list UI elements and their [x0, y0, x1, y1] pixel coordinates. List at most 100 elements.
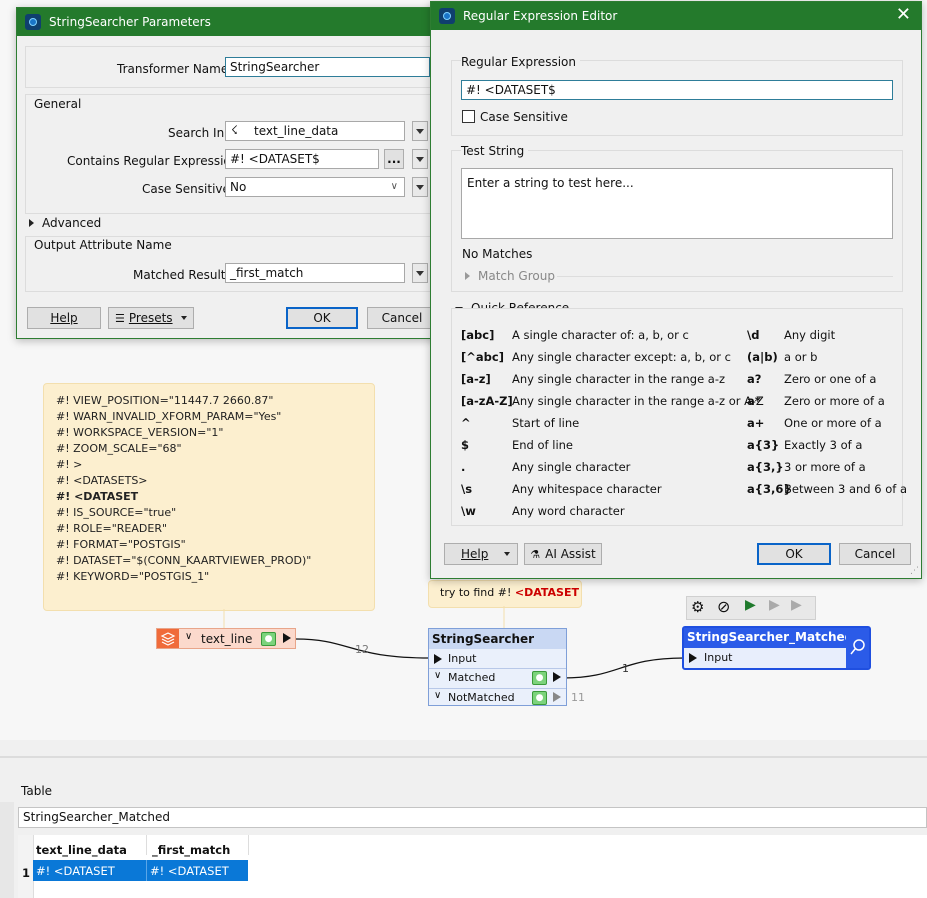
chevron-right-icon	[29, 219, 34, 227]
column-header[interactable]: _first_match	[152, 843, 230, 857]
advanced-label: Advanced	[42, 216, 102, 230]
ai-assist-label: AI Assist	[545, 547, 596, 561]
transformer-name-label: Transformer Name:	[117, 62, 233, 76]
params-title: StringSearcher Parameters	[49, 15, 211, 29]
qr-description: End of line	[512, 438, 574, 452]
test-string-textarea[interactable]: Enter a string to test here...	[461, 168, 893, 239]
presets-button[interactable]: ☰ Presets	[108, 307, 194, 329]
test-placeholder: Enter a string to test here...	[467, 176, 634, 190]
search-in-dropdown[interactable]	[412, 121, 428, 141]
qr-description: Start of line	[512, 416, 580, 430]
app-icon	[25, 14, 41, 30]
qr-pattern: ^	[461, 416, 471, 430]
search-in-input[interactable]: ☇ text_line_data	[225, 121, 405, 141]
help-button[interactable]: Help	[27, 307, 101, 329]
case-sensitive-label: Case Sensitive:	[142, 182, 234, 196]
params-dialog: StringSearcher Parameters Transformer Na…	[16, 7, 438, 339]
matched-result-dropdown[interactable]	[412, 263, 428, 283]
qr-pattern: (a|b)	[747, 350, 778, 364]
inspector-node[interactable]: StringSearcher_Matched Input	[682, 626, 871, 670]
close-icon[interactable]: ✕	[896, 6, 911, 24]
help-label: Help	[461, 547, 489, 561]
count-matched: 1	[622, 662, 629, 675]
qr-description: Any single character in the range a-z or…	[512, 394, 764, 408]
ok-button[interactable]: OK	[757, 543, 831, 565]
search-in-value: text_line_data	[254, 124, 339, 138]
qr-description: Any whitespace character	[512, 482, 662, 496]
chevron-down-icon[interactable]: ∨	[434, 670, 441, 681]
regex-label: Regular Expression	[461, 55, 580, 69]
regex-input[interactable]: #! <DATASET$	[461, 80, 893, 100]
run-icon[interactable]: ▶	[745, 597, 756, 613]
qr-description: One or more of a	[784, 416, 882, 430]
input-port-icon[interactable]	[689, 653, 697, 663]
qr-description: Between 3 and 6 of a	[784, 482, 907, 496]
magnifier-icon[interactable]	[846, 628, 869, 668]
column-header[interactable]: text_line_data	[36, 843, 127, 857]
general-label: General	[34, 97, 82, 111]
qr-pattern: a{3}	[747, 438, 780, 452]
reader-label: text_line	[201, 632, 253, 646]
qr-description: Any digit	[784, 328, 836, 342]
qr-pattern: a*	[747, 394, 761, 408]
data-inspector-panel: Table StringSearcher_Matched text_line_d…	[0, 740, 927, 898]
qr-pattern: [abc]	[461, 328, 495, 342]
chevron-down-icon	[504, 552, 510, 556]
ok-button[interactable]: OK	[286, 307, 358, 329]
qr-pattern: a{3,}	[747, 460, 784, 474]
chevron-down-icon[interactable]: ∨	[434, 690, 441, 701]
chevron-down-icon[interactable]: ∨	[185, 631, 192, 642]
qr-description: Any single character	[512, 460, 631, 474]
case-sensitive-dropdown[interactable]	[412, 177, 428, 197]
case-sensitive-select[interactable]: No ∨	[225, 177, 405, 197]
notmatched-output-port-icon[interactable]	[553, 692, 561, 702]
notmatched-port-label: NotMatched	[448, 691, 515, 704]
table-select[interactable]: StringSearcher_Matched	[18, 807, 927, 828]
contains-regex-dropdown[interactable]	[412, 149, 428, 169]
cancel-button[interactable]: Cancel	[839, 543, 911, 565]
advanced-toggle[interactable]: Advanced	[29, 216, 101, 230]
gear-icon[interactable]: ⚙	[691, 598, 704, 616]
case-sensitive-checkbox[interactable]	[462, 110, 475, 123]
qr-description: A single character of: a, b, or c	[512, 328, 689, 342]
match-group-label: Match Group	[478, 269, 555, 283]
matched-result-input[interactable]: _first_match	[225, 263, 405, 283]
eye-icon[interactable]: ●	[261, 632, 276, 646]
disable-icon[interactable]: ⊘	[717, 597, 730, 616]
input-port-icon[interactable]	[434, 654, 442, 664]
case-sensitive-value: No	[230, 180, 247, 194]
regex-titlebar[interactable]: Regular Expression Editor ✕	[431, 2, 921, 30]
run-step-icon[interactable]: ▶	[769, 597, 780, 613]
help-button[interactable]: Help	[444, 543, 518, 565]
match-group-toggle[interactable]: Match Group	[465, 269, 555, 283]
chevron-down-icon: ∨	[390, 181, 398, 192]
run-to-icon[interactable]: ▶	[791, 597, 802, 613]
output-port-icon[interactable]	[283, 633, 291, 643]
inspector-input-label: Input	[704, 651, 733, 664]
reader-node[interactable]: ∨ text_line ●	[156, 628, 296, 649]
qr-description: Exactly 3 of a	[784, 438, 863, 452]
stringsearcher-node[interactable]: StringSearcher Input ∨ Matched ● ∨ NotMa…	[428, 628, 567, 706]
cancel-button[interactable]: Cancel	[367, 307, 437, 329]
qr-pattern: \s	[461, 482, 473, 496]
contains-regex-input[interactable]: #! <DATASET$	[225, 149, 379, 169]
contains-regex-label: Contains Regular Expression:	[67, 154, 243, 168]
eye-icon[interactable]: ●	[532, 691, 547, 705]
table-cell[interactable]: #! <DATASET	[36, 864, 115, 878]
ai-assist-button[interactable]: ⚗ AI Assist	[524, 543, 602, 565]
table-cell[interactable]: #! <DATASET	[150, 864, 229, 878]
matched-output-port-icon[interactable]	[553, 672, 561, 682]
resize-grip-icon[interactable]: ⋰	[910, 566, 919, 576]
eye-icon[interactable]: ●	[532, 671, 547, 685]
params-titlebar[interactable]: StringSearcher Parameters	[17, 8, 437, 36]
transformer-name-input[interactable]: StringSearcher	[225, 57, 430, 77]
qr-pattern: .	[461, 460, 466, 474]
chevron-right-icon	[465, 272, 470, 280]
qr-description: a or b	[784, 350, 818, 364]
regex-editor-button[interactable]: ...	[384, 149, 404, 169]
node-toolbar: ⚙ ⊘ ▶ ▶ ▶	[686, 596, 816, 620]
layers-icon	[157, 629, 179, 648]
app-icon	[439, 8, 455, 24]
qr-description: Any word character	[512, 504, 625, 518]
qr-description: Any single character except: a, b, or c	[512, 350, 731, 364]
